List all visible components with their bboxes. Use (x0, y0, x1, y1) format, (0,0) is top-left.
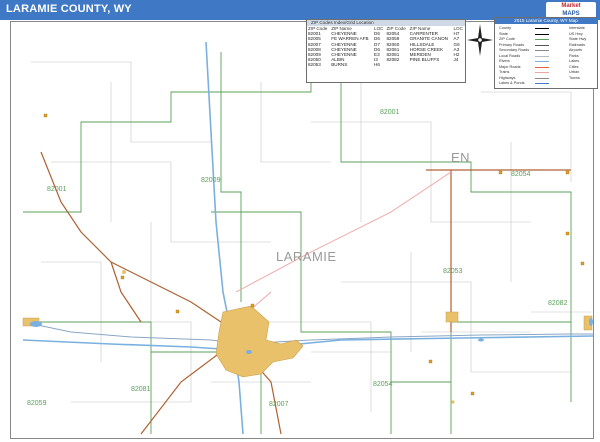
legend-swatch (535, 39, 549, 40)
legend-label-secondary: Railroads (569, 42, 586, 47)
zip-index-row: 82005 FE WARREN AFB D6 82059 GRANITE CANON A7 (307, 36, 465, 41)
compass-rose-icon (467, 24, 493, 56)
zip-index-cell: GRANITE CANON (409, 36, 448, 42)
county-label: LARAMIE (276, 249, 337, 264)
legend-row: Local Roads Parks (497, 54, 595, 59)
zip-index-cell (409, 62, 453, 67)
legend-label: State (499, 31, 508, 36)
zip-index-table: ZIP Codes Index/Grid Location ZIP Code ZI… (306, 19, 466, 83)
zip-boundaries (23, 42, 572, 434)
legend-swatch (535, 50, 549, 51)
brand-logo[interactable]: Market MAPS (546, 2, 596, 18)
zip-label: 82001 (47, 186, 67, 193)
legend-row: Trains Urban (497, 70, 595, 75)
legend-row: Highways Towns (497, 76, 595, 81)
legend-label: Trains (499, 70, 510, 74)
legend-swatch (535, 55, 549, 57)
zip-index-cell: FE WARREN AFB (331, 36, 369, 42)
legend-label-secondary: Airports (569, 48, 583, 52)
legend-label-secondary: Interstate (569, 26, 585, 30)
local-roads (31, 61, 591, 412)
legend-swatch (535, 66, 549, 68)
zip-index-cell (385, 62, 408, 67)
zip-index-cell: H6 (374, 62, 380, 68)
legend-swatch (535, 44, 549, 46)
legend-label: Local Roads (499, 53, 521, 58)
legend-row: Secondary Roads Airports (497, 48, 595, 53)
zip-label: 82059 (27, 400, 47, 407)
railroad (235, 171, 452, 323)
legend-row: ZIP Code State Hwy (497, 37, 595, 42)
legend-label: Lakes & Ponds (499, 81, 525, 85)
zip-index-cell: 82053 (308, 62, 321, 68)
zip-label: 82053 (443, 268, 463, 275)
map-legend: 2015 Laramie County, WY Map County Inters… (494, 17, 598, 89)
legend-label-secondary: Urban (569, 70, 580, 74)
state-roads (22, 321, 593, 345)
legend-swatch (535, 33, 549, 35)
legend-swatch (535, 77, 549, 79)
zip-label: 82054 (511, 171, 531, 178)
zip-label: 82001 (380, 109, 400, 116)
zip-index-row: 82053 BURNS H6 (307, 62, 465, 67)
legend-row: State US Hwy (497, 32, 595, 37)
legend-label-secondary: Lakes (569, 59, 580, 63)
zip-label: 82054 (373, 381, 393, 388)
zip-index-grid: ZIP Code ZIP Name LOC ZIP Code ZIP Name LOC 82… (307, 26, 465, 68)
legend-swatch (535, 61, 549, 62)
legend-swatch (535, 28, 549, 29)
legend-title: 2015 Laramie County, WY Map (495, 18, 597, 24)
zip-label: 82081 (131, 386, 151, 393)
zip-index-cell (453, 62, 466, 67)
legend-swatch (535, 72, 549, 73)
map-title: LARAMIE COUNTY, WY (6, 3, 132, 15)
legend-row: Rivers Lakes (497, 59, 595, 64)
legend-label: Primary Roads (499, 42, 525, 47)
logo-text-top: Market (561, 3, 581, 9)
legend-label: Rivers (499, 59, 510, 63)
zip-index-cell: BURNS (331, 62, 348, 68)
legend-label: Highways (499, 75, 516, 80)
legend-row: County Interstate (497, 26, 595, 31)
highways (40, 151, 571, 435)
legend-label: ZIP Code (499, 37, 515, 41)
legend-label-secondary: Cities (569, 64, 579, 69)
legend-swatch (535, 83, 549, 84)
zip-label: 82009 (201, 177, 221, 184)
legend-row: Major Roads Cities (497, 65, 595, 70)
legend-row: Lakes & Ponds (497, 81, 595, 86)
legend-label-secondary: State Hwy (569, 37, 587, 41)
legend-label: County (499, 26, 512, 30)
legend-row: Primary Roads Railroads (497, 43, 595, 48)
legend-label-secondary: Towns (569, 75, 580, 80)
zip-label: 82082 (548, 300, 568, 307)
neighbor-county-label: EN (451, 150, 470, 165)
legend-label: Secondary Roads (499, 48, 530, 52)
legend-label-secondary: Parks (569, 53, 579, 58)
zip-label: 82007 (269, 401, 289, 408)
legend-label: Major Roads (499, 64, 521, 69)
legend-label-secondary: US Hwy (569, 31, 583, 36)
interstate (22, 41, 593, 435)
